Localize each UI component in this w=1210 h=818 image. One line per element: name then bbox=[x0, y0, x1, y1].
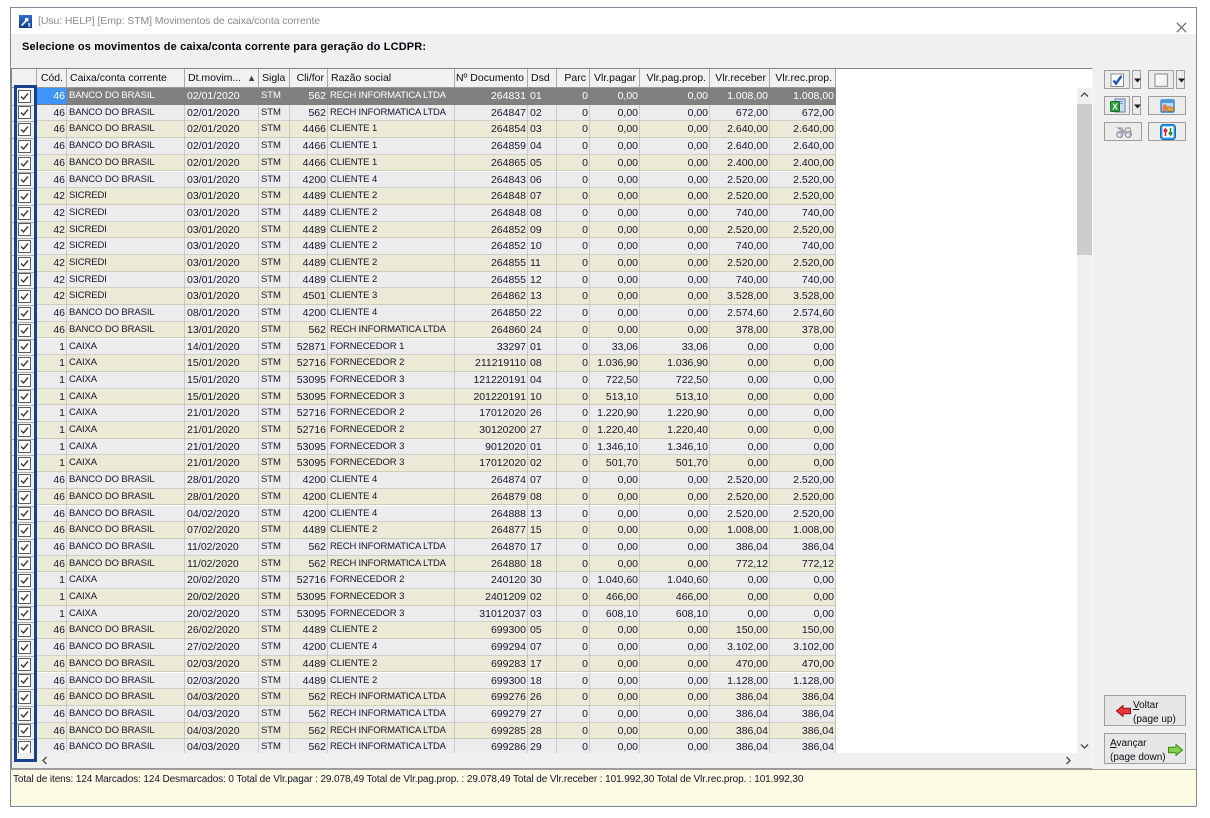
svg-text:X: X bbox=[1112, 103, 1118, 112]
